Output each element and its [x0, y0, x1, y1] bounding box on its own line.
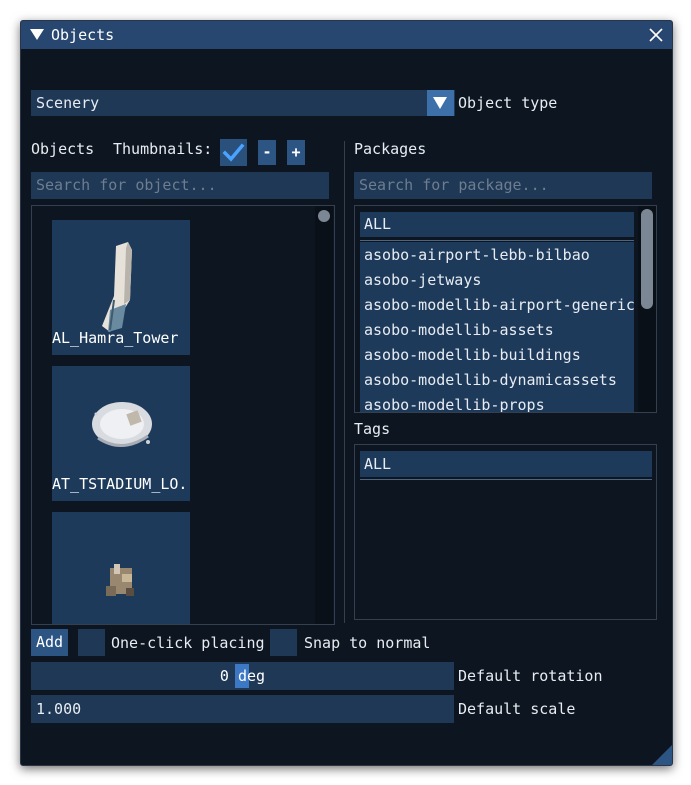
package-item-label: asobo-modellib-props	[364, 396, 545, 413]
thumbnails-checkbox[interactable]	[220, 139, 247, 166]
packages-separator	[360, 240, 634, 241]
add-button-label: Add	[36, 633, 64, 651]
package-item-label: asobo-modellib-airport-generic	[364, 296, 635, 314]
package-item-label: asobo-modellib-assets	[364, 321, 554, 339]
list-item[interactable]: asobo-modellib-dynamicassets	[360, 368, 634, 393]
objects-scrollbar-grab[interactable]	[318, 210, 330, 222]
packages-label: Packages	[354, 140, 427, 158]
snap-to-normal-checkbox[interactable]	[270, 629, 297, 656]
thumbnail-size-decrease-button[interactable]: -	[258, 140, 276, 165]
one-click-placing-checkbox[interactable]	[78, 629, 105, 656]
package-search-placeholder: Search for package...	[359, 176, 549, 194]
package-item-label: asobo-modellib-buildings	[364, 346, 581, 364]
object-thumbnail-label: AT_TSTADIUM_LO...	[52, 475, 190, 493]
tag-item-label: ALL	[364, 455, 392, 473]
structure-model-icon	[106, 564, 134, 596]
object-thumbnail-label: AL_Hamra_Tower	[52, 329, 179, 347]
add-button[interactable]: Add	[31, 629, 68, 656]
collapse-triangle-icon[interactable]	[30, 29, 44, 40]
object-type-select[interactable]: Scenery	[31, 90, 455, 116]
close-icon[interactable]	[648, 27, 664, 43]
scale-value: 1.000	[36, 700, 82, 718]
thumbnails-label: Thumbnails:	[113, 140, 213, 158]
stadium-model-icon	[92, 402, 152, 447]
object-thumbnail[interactable]: AL_Hamra_Tower	[52, 220, 190, 355]
list-item[interactable]: asobo-modellib-props	[360, 393, 634, 413]
title-bar[interactable]: Objects	[21, 21, 672, 49]
default-scale-input[interactable]: 1.000	[31, 695, 454, 723]
packages-list-panel[interactable]: ALL asobo-airport-lebb-bilbao asobo-jetw…	[354, 205, 657, 413]
list-item[interactable]: asobo-airport-lebb-bilbao	[360, 243, 634, 268]
list-item[interactable]: asobo-modellib-buildings	[360, 343, 634, 368]
window-title: Objects	[51, 26, 115, 44]
list-item[interactable]: asobo-modellib-assets	[360, 318, 634, 343]
package-search-input[interactable]: Search for package...	[354, 172, 652, 199]
object-type-label: Object type	[458, 94, 558, 112]
packages-scrollbar[interactable]	[638, 206, 656, 412]
object-type-dropdown-button[interactable]	[427, 90, 454, 116]
chevron-down-icon	[433, 97, 447, 109]
checkmark-icon	[222, 143, 245, 162]
list-item[interactable]: asobo-modellib-airport-generic	[360, 293, 635, 318]
objects-window: Objects Scenery Object type Objects Thum…	[20, 20, 673, 766]
object-thumbnail[interactable]: AT_TSTADIUM_LO...	[52, 366, 190, 501]
objects-scrollbar[interactable]	[315, 206, 333, 624]
object-type-value: Scenery	[36, 94, 100, 112]
object-search-input[interactable]: Search for object...	[31, 172, 329, 199]
one-click-placing-label: One-click placing	[111, 634, 265, 652]
package-item-label: asobo-jetways	[364, 271, 482, 289]
objects-label: Objects	[31, 140, 95, 158]
package-item-label: asobo-modellib-dynamicassets	[364, 371, 617, 389]
tags-list-panel[interactable]: ALL	[354, 444, 657, 620]
tag-item-all[interactable]: ALL	[360, 451, 652, 477]
column-divider	[344, 141, 345, 623]
default-scale-label: Default scale	[458, 700, 576, 718]
object-thumbnail[interactable]	[52, 512, 190, 624]
package-item-label: ALL	[364, 215, 392, 233]
snap-to-normal-label: Snap to normal	[304, 634, 431, 652]
objects-list-panel[interactable]: AL_Hamra_Tower AT_TSTADIUM_LO...	[31, 205, 335, 625]
tags-label: Tags	[354, 420, 391, 438]
packages-scrollbar-grab[interactable]	[641, 209, 653, 309]
list-item[interactable]: asobo-jetways	[360, 268, 634, 293]
default-rotation-label: Default rotation	[458, 667, 603, 685]
object-search-placeholder: Search for object...	[36, 176, 217, 194]
tower-model-icon	[102, 242, 132, 332]
package-item-label: asobo-airport-lebb-bilbao	[364, 246, 590, 264]
package-item-all[interactable]: ALL	[360, 212, 634, 237]
rotation-value: 0 deg	[219, 667, 266, 685]
tags-separator	[360, 479, 652, 480]
thumbnail-size-increase-button[interactable]: +	[287, 140, 305, 165]
resize-grip-icon[interactable]	[652, 745, 672, 765]
default-rotation-slider[interactable]: 0 deg	[31, 662, 454, 690]
